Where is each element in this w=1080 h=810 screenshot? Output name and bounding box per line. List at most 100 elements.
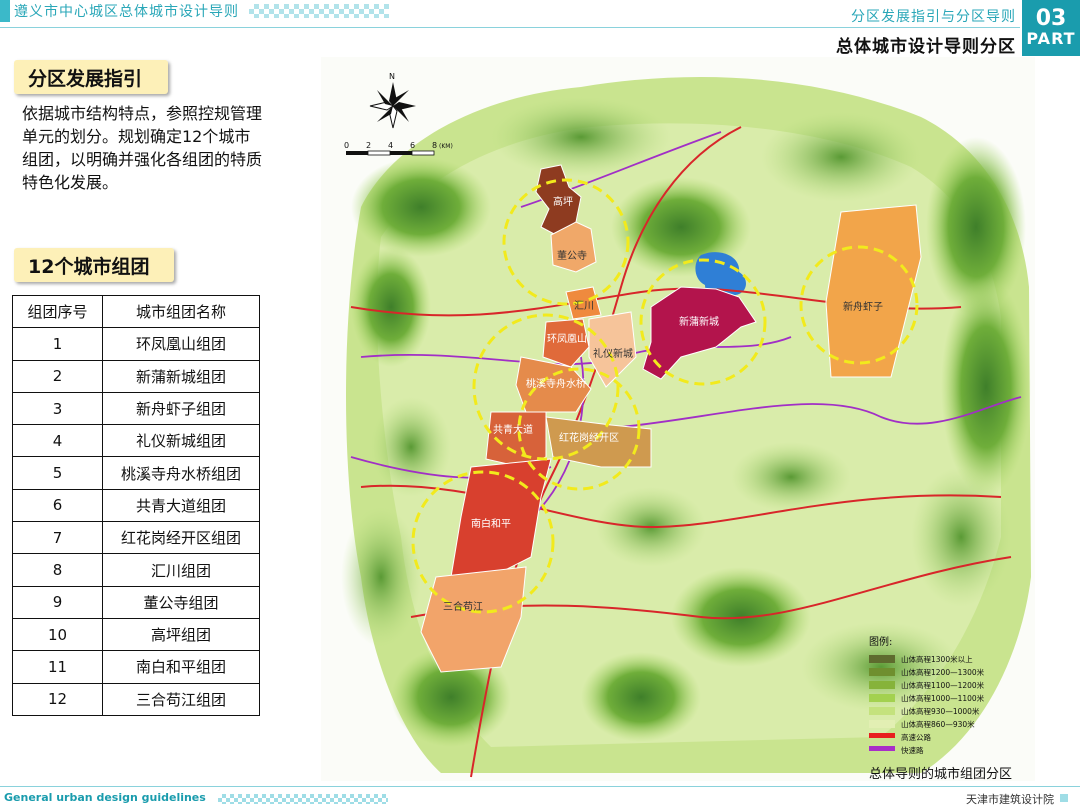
map-caption: 总体导则的城市组团分区	[869, 766, 1012, 781]
legend-swatch	[869, 707, 895, 715]
group-name-cell: 红花岗经开区组团	[102, 521, 260, 555]
zone-label-12: 三合苟江	[443, 600, 483, 613]
doc-title: 遵义市中心城区总体城市设计导则	[14, 4, 239, 20]
legend-label: 山体高程1300米以上	[901, 654, 973, 664]
map-svg: 高坪 董公寺 汇川 环凤凰山 礼仪新城 新蒲新城 新舟虾子 桃溪寺舟水桥 共青大…	[321, 57, 1035, 781]
compass-label: N	[389, 72, 395, 81]
groups-table: 组团序号 城市组团名称 1 环凤凰山组团 2 新蒲新城组团 3 新舟虾子组团 4 礼仪新城组团…	[12, 294, 260, 716]
legend-label: 山体高程860—930米	[901, 719, 975, 729]
group-index-cell: 1	[12, 327, 103, 361]
scale-unit: (KM)	[439, 143, 453, 150]
section-heading-guidance: 分区发展指引	[14, 60, 168, 94]
header: 遵义市中心城区总体城市设计导则 分区发展指引与分区导则 总体城市设计导则分区 0…	[0, 0, 1080, 58]
scale-tick-2: 4	[388, 141, 393, 150]
zone-label-4: 环凤凰山	[547, 333, 587, 345]
table-row: 5 桃溪寺舟水桥组团	[12, 456, 260, 490]
group-index-cell: 12	[12, 682, 103, 716]
footer: General urban design guidelines 天津市建筑设计院	[0, 786, 1080, 810]
table-row: 11 南白和平组团	[12, 650, 260, 684]
group-name-cell: 桃溪寺舟水桥组团	[102, 456, 260, 490]
group-name-cell: 董公寺组团	[102, 585, 260, 619]
section-subtitle: 分区发展指引与分区导则	[851, 9, 1016, 25]
footer-square-icon	[1060, 794, 1068, 802]
zone-label-3: 汇川	[574, 299, 594, 312]
footer-english-title: General urban design guidelines	[4, 791, 206, 804]
zone-label-8: 桃溪寺舟水桥	[526, 377, 586, 390]
group-index-cell: 8	[12, 553, 103, 587]
group-index-cell: 11	[12, 650, 103, 684]
group-name-cell: 汇川组团	[102, 553, 260, 587]
footer-divider	[0, 786, 1080, 787]
legend-swatch	[869, 733, 895, 738]
scale-tick-1: 2	[366, 141, 371, 150]
header-checker-pattern	[249, 4, 389, 18]
zone-label-2: 董公寺	[557, 249, 587, 262]
part-label: PART	[1026, 29, 1076, 48]
city-cluster-map: 高坪 董公寺 汇川 环凤凰山 礼仪新城 新蒲新城 新舟虾子 桃溪寺舟水桥 共青大…	[321, 57, 1035, 781]
group-name-cell: 新舟虾子组团	[102, 391, 260, 426]
group-name-cell: 新蒲新城组团	[102, 359, 260, 393]
legend-swatch	[869, 746, 895, 751]
table-row: 8 汇川组团	[12, 553, 260, 587]
group-index-cell: 4	[12, 424, 103, 458]
group-name-cell: 南白和平组团	[102, 650, 260, 684]
zone-label-1: 高坪	[553, 195, 573, 208]
zone-label-10: 红花岗经开区	[559, 431, 619, 444]
zone-label-7: 新舟虾子	[843, 300, 883, 313]
table-row: 1 环凤凰山组团	[12, 327, 260, 361]
legend-label: 山体高程930—1000米	[901, 706, 980, 716]
table-row: 7 红花岗经开区组团	[12, 521, 260, 555]
header-cell-index: 组团序号	[12, 294, 103, 329]
table-header-row: 组团序号 城市组团名称	[12, 294, 260, 329]
header-cell-name: 城市组团名称	[102, 294, 260, 329]
scale-tick-3: 6	[410, 141, 415, 150]
zone-label-6: 新蒲新城	[679, 315, 719, 328]
legend-swatch	[869, 655, 895, 663]
table-row: 4 礼仪新城组团	[12, 424, 260, 458]
header-titles: 分区发展指引与分区导则 总体城市设计导则分区	[836, 6, 1016, 57]
header-left: 遵义市中心城区总体城市设计导则	[0, 0, 510, 22]
zone-label-11: 南白和平	[471, 517, 511, 530]
group-name-cell: 三合苟江组团	[102, 682, 260, 716]
group-index-cell: 5	[12, 456, 103, 490]
scale-tick-0: 0	[344, 141, 349, 150]
legend-label: 高速公路	[901, 732, 931, 742]
group-name-cell: 环凤凰山组团	[102, 327, 260, 361]
table-row: 2 新蒲新城组团	[12, 359, 260, 393]
table-row: 10 高坪组团	[12, 617, 260, 652]
legend-swatch	[869, 668, 895, 676]
intro-paragraph: 依据城市结构特点，参照控规管理单元的划分。规划确定12个城市组团，以明确并强化各…	[22, 104, 263, 192]
legend-swatch	[869, 720, 895, 728]
group-index-cell: 7	[12, 521, 103, 555]
group-index-cell: 6	[12, 488, 103, 523]
group-name-cell: 礼仪新城组团	[102, 424, 260, 458]
group-name-cell: 共青大道组团	[102, 488, 260, 523]
legend-label: 山体高程1100—1200米	[901, 680, 985, 690]
table-row: 12 三合苟江组团	[12, 682, 260, 716]
group-name-cell: 高坪组团	[102, 617, 260, 652]
section-heading-groups: 12个城市组团	[14, 248, 174, 282]
zone-label-5: 礼仪新城	[593, 347, 633, 360]
legend-label: 山体高程1000—1100米	[901, 693, 985, 703]
table-row: 9 董公寺组团	[12, 585, 260, 619]
table-row: 6 共青大道组团	[12, 488, 260, 523]
group-index-cell: 2	[12, 359, 103, 393]
part-badge: 03 PART	[1022, 0, 1080, 56]
group-index-cell: 10	[12, 617, 103, 652]
group-index-cell: 3	[12, 391, 103, 426]
legend-swatch	[869, 681, 895, 689]
legend-label: 快速路	[901, 745, 924, 755]
footer-organization: 天津市建筑设计院	[966, 793, 1054, 806]
table-row: 3 新舟虾子组团	[12, 391, 260, 426]
group-index-cell: 9	[12, 585, 103, 619]
legend-label: 山体高程1200—1300米	[901, 667, 985, 677]
groups-table-body: 1 环凤凰山组团 2 新蒲新城组团 3 新舟虾子组团 4 礼仪新城组团 5 桃溪寺舟水桥组团 6 共青…	[12, 327, 260, 716]
zone-label-9: 共青大道	[493, 423, 533, 436]
part-number: 03	[1035, 6, 1067, 31]
header-strip	[0, 0, 10, 22]
page-title: 总体城市设计导则分区	[836, 37, 1016, 57]
scale-tick-4: 8	[432, 141, 437, 150]
footer-checker-pattern	[218, 794, 388, 804]
legend-swatch	[869, 694, 895, 702]
legend-title: 图例:	[869, 635, 892, 648]
